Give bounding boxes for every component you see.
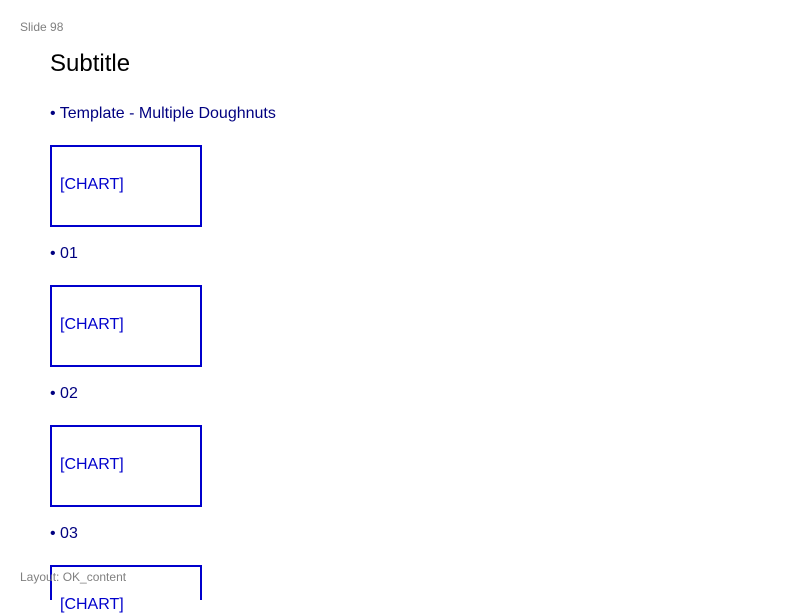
chart-placeholder-template: [CHART]	[50, 145, 202, 227]
bullet-02: • 02	[50, 385, 78, 402]
chart-placeholder-text: [CHART]	[60, 316, 124, 333]
bullet-template: • Template - Multiple Doughnuts	[50, 105, 276, 122]
layout-name-label: Layout: OK_content	[20, 570, 127, 584]
chart-placeholder-text: [CHART]	[60, 596, 124, 613]
bullet-01: • 01	[50, 245, 78, 262]
chart-placeholder-text: [CHART]	[60, 456, 124, 473]
chart-placeholder-text: [CHART]	[60, 176, 124, 193]
chart-placeholder-01: [CHART]	[50, 285, 202, 367]
slide-subtitle: Subtitle	[50, 50, 131, 77]
slide-number-label: Slide 98	[20, 20, 64, 34]
chart-placeholder-02: [CHART]	[50, 425, 202, 507]
bullet-03: • 03	[50, 525, 78, 542]
